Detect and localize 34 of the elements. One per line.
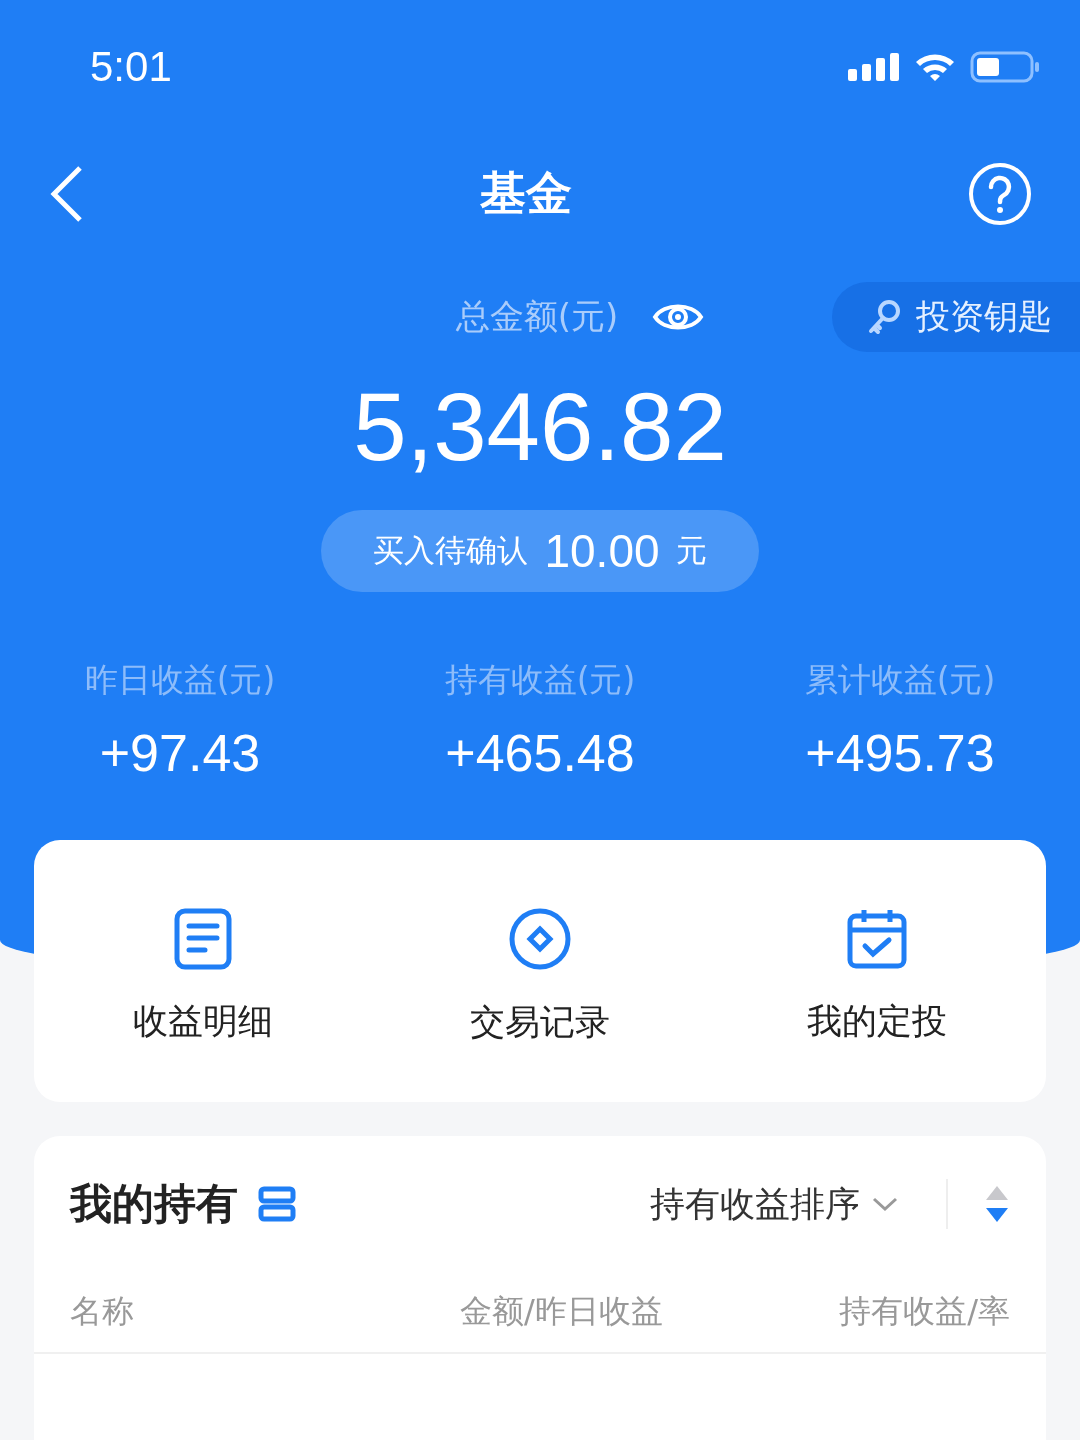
battery-icon <box>970 51 1040 83</box>
stat-label: 累计收益(元) <box>804 659 996 701</box>
chevron-down-icon <box>872 1196 898 1212</box>
status-time: 5:01 <box>90 43 172 91</box>
signal-icon <box>848 53 900 81</box>
column-header: 金额/昨日收益 <box>460 1291 664 1332</box>
total-amount: 5,346.82 <box>352 372 728 482</box>
list-view-icon[interactable] <box>258 1186 296 1222</box>
investment-key-button[interactable]: 投资钥匙 <box>832 282 1080 352</box>
total-label: 总金额(元) <box>455 295 619 338</box>
column-header: 名称 <box>70 1291 135 1332</box>
stat-label: 昨日收益(元) <box>84 659 276 701</box>
shortcut-item[interactable]: 收益明细 <box>34 897 372 1045</box>
diamond-circle-icon <box>508 906 572 971</box>
holdings-title: 我的持有 <box>70 1178 238 1230</box>
pending-label: 买入待确认 <box>373 531 529 570</box>
column-header: 持有收益/率 <box>838 1291 1010 1332</box>
back-icon[interactable] <box>48 166 84 222</box>
pending-amount: 10.00 <box>544 524 660 578</box>
stat-label: 持有收益(元) <box>444 659 636 701</box>
sort-order-icon[interactable] <box>984 1184 1010 1224</box>
stat-value: +97.43 <box>99 723 261 783</box>
shortcut-item[interactable]: 交易记录 <box>371 896 709 1046</box>
wifi-icon <box>914 52 956 82</box>
shortcut-item[interactable]: 我的定投 <box>708 897 1046 1045</box>
page-title: 基金 <box>480 165 572 222</box>
pending-unit: 元 <box>675 531 707 570</box>
stat-value: +495.73 <box>805 723 995 783</box>
help-icon[interactable] <box>968 162 1032 226</box>
document-icon <box>173 907 232 970</box>
sort-dropdown[interactable]: 持有收益排序 <box>644 1179 904 1229</box>
stat-value: +465.48 <box>445 723 635 783</box>
key-icon <box>868 299 902 335</box>
calendar-check-icon <box>847 907 908 970</box>
